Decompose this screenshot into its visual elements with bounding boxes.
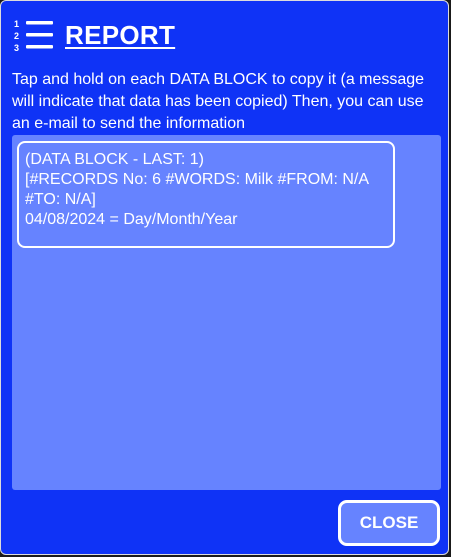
dialog-title: REPORT <box>65 19 176 50</box>
svg-text:3: 3 <box>14 43 19 53</box>
data-block-item[interactable]: (DATA BLOCK - LAST: 1) [#RECORDS No: 6 #… <box>17 141 395 248</box>
svg-text:2: 2 <box>14 31 19 41</box>
instructions-text: Tap and hold on each DATA BLOCK to copy … <box>12 71 425 132</box>
data-block-line: #TO: N/A] <box>25 191 96 208</box>
numbered-list-icon: 1 2 3 <box>14 19 53 53</box>
data-block-line: (DATA BLOCK - LAST: 1) <box>25 151 205 168</box>
data-block-line: 04/08/2024 = Day/Month/Year <box>25 211 238 228</box>
data-block-list[interactable]: (DATA BLOCK - LAST: 1) [#RECORDS No: 6 #… <box>12 135 441 490</box>
report-dialog: 1 2 3 REPORT Tap and hold on each DATA B… <box>0 0 449 555</box>
dialog-header: 1 2 3 REPORT <box>13 15 175 55</box>
close-button[interactable]: CLOSE <box>338 500 440 546</box>
data-block-line: [#RECORDS No: 6 #WORDS: Milk #FROM: N/A <box>25 171 370 188</box>
svg-text:1: 1 <box>14 19 19 29</box>
